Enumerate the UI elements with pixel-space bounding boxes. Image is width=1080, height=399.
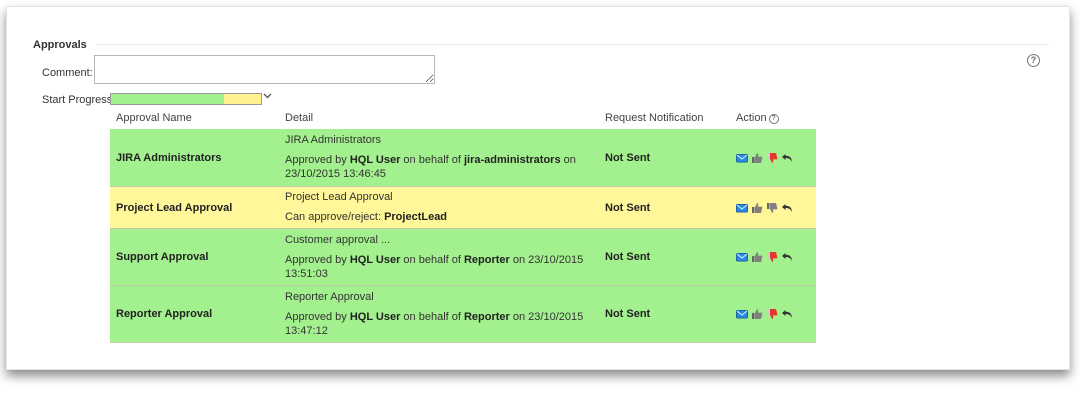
- detail-text: Approved by: [285, 253, 350, 266]
- detail-text: on behalf of: [400, 154, 464, 166]
- detail-title: Customer approval ...: [285, 233, 391, 246]
- approval-name: Reporter Approval: [116, 308, 213, 320]
- table-row: Project Lead Approval Project Lead Approv…: [110, 187, 816, 229]
- approval-name: JIRA Administrators: [116, 151, 222, 164]
- detail-emphasis: Reporter: [463, 310, 510, 323]
- detail-emphasis: HQL User: [349, 310, 401, 323]
- comment-field[interactable]: [94, 55, 435, 84]
- detail-text: on behalf of: [400, 310, 464, 323]
- thumbs-up-icon[interactable]: [751, 251, 763, 263]
- row-actions: [731, 152, 816, 164]
- help-icon[interactable]: ?: [1027, 54, 1040, 67]
- detail-text: Approved by: [285, 310, 350, 323]
- request-notification: Not Sent: [605, 151, 651, 164]
- detail-title: JIRA Administrators: [285, 134, 381, 146]
- table-row: Reporter Approval Reporter Approval Approv…: [110, 286, 816, 343]
- table-body: JIRA Administrators JIRA Administrators Ap…: [110, 129, 816, 343]
- detail-emphasis: ProjectLead: [384, 211, 448, 223]
- detail-emphasis: Reporter: [463, 253, 510, 266]
- detail-text: on behalf of: [400, 253, 464, 266]
- detail-emphasis: HQL User: [349, 154, 401, 166]
- undo-icon[interactable]: [781, 152, 793, 164]
- header-request-notification: Request Notification: [605, 112, 704, 124]
- chevron-down-icon[interactable]: [263, 91, 272, 103]
- detail-info: Approved by HQL User on behalf of Report…: [285, 253, 600, 281]
- detail-info: Can approve/reject: ProjectLead: [285, 210, 600, 224]
- detail-info: Approved by HQL User on behalf of Report…: [285, 310, 600, 338]
- detail-title: Project Lead Approval: [285, 191, 393, 203]
- approval-name: Project Lead Approval: [116, 201, 233, 214]
- thumbs-up-icon[interactable]: [751, 152, 763, 164]
- progress-segment: [111, 94, 224, 104]
- help-icon[interactable]: ?: [768, 114, 779, 124]
- section-title: Approvals: [33, 39, 87, 51]
- header-action: Action?: [731, 112, 816, 124]
- row-actions: [731, 308, 816, 320]
- undo-icon[interactable]: [781, 202, 793, 214]
- detail-info: Approved by HQL User on behalf of jira-a…: [285, 153, 600, 181]
- progress-segment: [223, 94, 261, 104]
- approvals-table: Approval Name Detail Request Notificatio…: [110, 107, 816, 343]
- thumbs-down-icon[interactable]: [766, 251, 778, 263]
- mail-icon[interactable]: [736, 152, 748, 164]
- approvals-panel: Approvals ? Comment: Start Progress Appr…: [6, 6, 1070, 370]
- start-progress-label: Start Progress: [42, 94, 113, 106]
- thumbs-down-icon[interactable]: [766, 308, 778, 320]
- mail-icon[interactable]: [736, 308, 748, 320]
- comment-label: Comment:: [42, 67, 93, 79]
- thumbs-up-icon[interactable]: [751, 202, 763, 214]
- thumbs-down-icon[interactable]: [766, 152, 778, 164]
- approval-detail: JIRA Administrators Approved by HQL User …: [280, 130, 600, 185]
- request-notification: Not Sent: [605, 251, 651, 263]
- undo-icon[interactable]: [781, 251, 793, 263]
- detail-title: Reporter Approval: [285, 290, 374, 303]
- thumbs-up-icon[interactable]: [751, 308, 763, 320]
- thumbs-down-icon[interactable]: [766, 202, 778, 214]
- request-notification: Not Sent: [605, 308, 651, 320]
- approval-detail: Customer approval ... Approved by HQL Use…: [280, 230, 600, 285]
- approval-name: Support Approval: [116, 251, 209, 263]
- section-divider: [97, 44, 1049, 45]
- detail-emphasis: HQL User: [349, 253, 401, 266]
- approval-detail: Project Lead Approval Can approve/reject:…: [280, 187, 600, 228]
- header-action-label: Action: [736, 112, 767, 124]
- table-row: Support Approval Customer approval ... App…: [110, 229, 816, 286]
- table-row: JIRA Administrators JIRA Administrators Ap…: [110, 129, 816, 187]
- row-actions: [731, 251, 816, 263]
- detail-text: Can approve/reject:: [285, 211, 385, 223]
- header-approval-name: Approval Name: [116, 112, 192, 124]
- request-notification: Not Sent: [605, 201, 651, 214]
- mail-icon[interactable]: [736, 202, 748, 214]
- start-progress-bar[interactable]: [110, 93, 262, 105]
- undo-icon[interactable]: [781, 308, 793, 320]
- detail-text: Approved by: [285, 154, 350, 166]
- header-detail: Detail: [285, 112, 314, 124]
- row-actions: [731, 202, 816, 214]
- table-header: Approval Name Detail Request Notificatio…: [110, 107, 816, 129]
- mail-icon[interactable]: [736, 251, 748, 263]
- approval-detail: Reporter Approval Approved by HQL User on…: [280, 287, 600, 342]
- detail-emphasis: jira-administrators: [463, 154, 561, 166]
